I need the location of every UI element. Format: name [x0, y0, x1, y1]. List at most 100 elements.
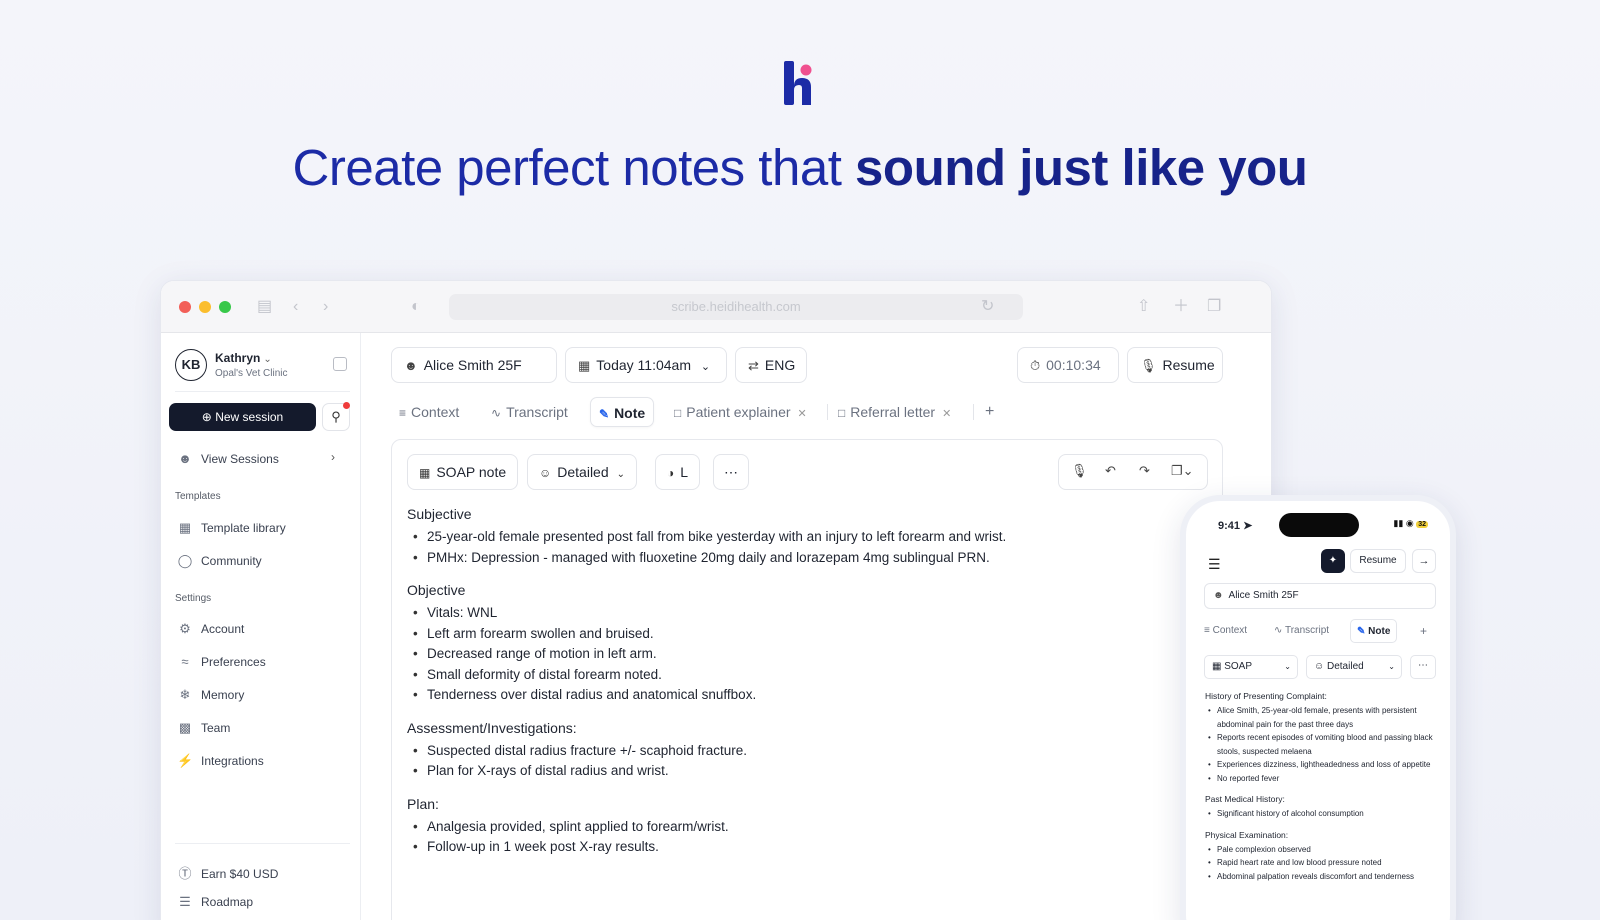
sidebar-item-label: Template library [201, 521, 286, 535]
tab-label: Transcript [506, 404, 568, 420]
tab-referral-letter[interactable]: □ Referral letter ✕ [838, 397, 951, 427]
arrow-right-icon[interactable]: → [1412, 549, 1436, 573]
microphone-icon[interactable]: 🎙 [1071, 463, 1088, 479]
battery-icon: 32 [1416, 521, 1428, 528]
shield-icon[interactable]: ◐ [411, 297, 421, 317]
list-item: Significant history of alcohol consumpti… [1205, 807, 1441, 821]
clinic-name: Opal's Vet Clinic [215, 368, 288, 379]
plug-icon: ⚡ [177, 753, 194, 768]
date-selector[interactable]: ▦ Today 11:04am ⌄ [565, 347, 727, 383]
user-edit-icon: ☻ [1213, 590, 1224, 601]
tab-label: Context [411, 404, 460, 420]
wifi-icon: ◉ [1405, 518, 1414, 528]
list-item: Small deformity of distal forearm noted. [407, 665, 1207, 686]
patient-selector[interactable]: ☻ Alice Smith 25F [391, 347, 557, 383]
tab-separator [827, 404, 828, 420]
tab-transcript[interactable]: ∿ Transcript [491, 397, 568, 427]
forward-icon[interactable]: › [323, 297, 328, 317]
avatar[interactable]: KB [175, 349, 207, 381]
back-icon[interactable]: ‹ [293, 297, 298, 317]
list-item: Suspected distal radius fracture +/- sca… [407, 741, 1207, 762]
notifications-button[interactable]: ⚲ [322, 402, 350, 431]
bell-icon: ⚲ [331, 409, 341, 424]
undo-icon[interactable]: ↶ [1105, 463, 1116, 479]
user-menu[interactable]: Kathryn ⌄ [215, 351, 272, 365]
phone-tab-transcript[interactable]: ∿ Transcript [1274, 619, 1329, 643]
list-item: Analgesia provided, splint applied to fo… [407, 817, 1207, 838]
sidebar-item-community[interactable]: ◯ Community [177, 553, 262, 569]
sidebar-item-template-library[interactable]: ▦ Template library [177, 520, 286, 536]
settings-heading: Settings [175, 593, 212, 604]
list-item: No reported fever [1205, 772, 1441, 786]
resume-label: Resume [1162, 357, 1215, 373]
resume-button[interactable]: 🎙 Resume [1127, 347, 1223, 383]
phone-add-tab-button[interactable]: + [1420, 619, 1427, 643]
chevron-down-icon: ⌄ [1284, 662, 1291, 671]
browser-titlebar: ▤ ‹ › ◐ scribe.heidihealth.com ↻ ⇧ ＋ ❐ [161, 281, 1271, 333]
list-item: Left arm forearm swollen and bruised. [407, 624, 1207, 645]
address-bar[interactable]: scribe.heidihealth.com [449, 294, 1023, 320]
tab-patient-explainer[interactable]: □ Patient explainer ✕ [674, 397, 807, 427]
sidebar: KB Kathryn ⌄ Opal's Vet Clinic ⊕ New sess… [161, 333, 361, 920]
tab-note[interactable]: ✎ Note [590, 397, 655, 427]
list-item: Tenderness over distal radius and anatom… [407, 685, 1207, 706]
timer-value: 00:10:34 [1046, 357, 1101, 373]
more-options-button[interactable]: ⋯ [713, 454, 749, 490]
phone-note-body: History of Presenting Complaint: Alice S… [1205, 691, 1441, 883]
pin-icon[interactable]: ✦ [1321, 549, 1345, 573]
section-heading: Assessment/Investigations: [407, 719, 577, 736]
tab-label: Note [614, 405, 646, 421]
phone-template-selector[interactable]: ▦ SOAP ⌄ [1204, 655, 1298, 679]
new-tab-icon[interactable]: ＋ [1173, 297, 1189, 317]
close-tab-icon[interactable]: ✕ [942, 408, 951, 420]
copy-icon[interactable]: ❐⌄ [1171, 463, 1194, 479]
reload-icon[interactable]: ↻ [981, 297, 994, 317]
chevron-right-icon[interactable]: › [331, 450, 335, 464]
sidebar-item-integrations[interactable]: ⚡ Integrations [177, 753, 264, 769]
detail-selector[interactable]: ☺ Detailed ⌄ [527, 454, 638, 490]
section-heading: Subjective [407, 506, 472, 522]
sidebar-item-roadmap[interactable]: ☰ Roadmap [177, 894, 253, 910]
template-selector[interactable]: ▦ SOAP note [407, 454, 519, 490]
tabs-overview-icon[interactable]: ❐ [1207, 297, 1221, 317]
tab-label: Context [1212, 625, 1248, 636]
map-icon: ☰ [179, 894, 191, 909]
minimize-window-button[interactable] [199, 301, 211, 313]
tab-context[interactable]: ≡ Context [399, 397, 459, 427]
phone-more-button[interactable]: ⋯ [1410, 655, 1436, 679]
document-icon: □ [838, 406, 846, 420]
language-selector[interactable]: ⇄ ENG [735, 347, 807, 383]
phone-tab-context[interactable]: ≡ Context [1204, 619, 1247, 643]
menu-icon[interactable]: ☰ [1208, 556, 1221, 573]
maximize-window-button[interactable] [219, 301, 231, 313]
language-label: ENG [764, 357, 796, 373]
sidebar-item-account[interactable]: ⚙ Account [177, 621, 244, 637]
translate-icon: ⇄ [748, 358, 759, 373]
divider [175, 843, 350, 844]
sidebar-item-view-sessions[interactable]: ☻ View Sessions [177, 451, 279, 466]
share-icon[interactable]: ⇧ [1137, 297, 1150, 317]
sidebar-item-earn[interactable]: Ⓣ Earn $40 USD [177, 863, 278, 882]
sidebar-item-preferences[interactable]: ≈ Preferences [177, 654, 265, 669]
new-session-button[interactable]: ⊕ New session [169, 403, 316, 431]
collapse-sidebar-icon[interactable] [333, 357, 347, 371]
phone-resume-button[interactable]: Resume [1350, 549, 1406, 573]
pencil-icon: ✎ [599, 407, 610, 421]
section-list: Alice Smith, 25-year-old female, present… [1205, 704, 1441, 785]
sidebar-toggle-icon[interactable]: ▤ [257, 297, 272, 317]
list-item: Abdominal palpation reveals discomfort a… [1205, 870, 1441, 884]
template-icon: ▦ [1212, 661, 1222, 672]
gear-icon: ⚙ [179, 621, 191, 636]
phone-detail-selector[interactable]: ☺ Detailed ⌄ [1306, 655, 1402, 679]
add-tab-button[interactable]: + [985, 397, 994, 427]
phone-patient-selector[interactable]: ☻ Alice Smith 25F [1204, 583, 1436, 609]
size-selector[interactable]: ◑ L [655, 454, 701, 490]
close-tab-icon[interactable]: ✕ [798, 408, 807, 420]
sidebar-item-label: Roadmap [201, 895, 254, 909]
sidebar-item-team[interactable]: ▩ Team [177, 720, 231, 736]
sidebar-item-label: Earn $40 USD [201, 867, 279, 881]
close-window-button[interactable] [179, 301, 191, 313]
redo-icon[interactable]: ↷ [1139, 463, 1150, 479]
phone-tab-note[interactable]: ✎ Note [1350, 619, 1398, 643]
sidebar-item-memory[interactable]: ❄ Memory [177, 687, 245, 703]
